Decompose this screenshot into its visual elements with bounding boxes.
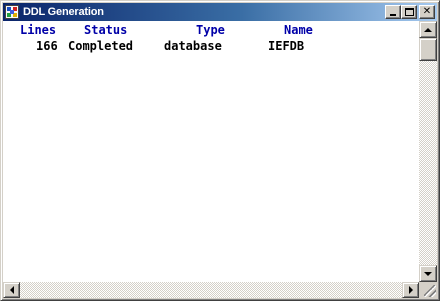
ddl-generation-window: DDL Generation ✕ Lines Status Type Name … — [0, 0, 440, 301]
close-icon: ✕ — [422, 6, 432, 17]
minimize-button[interactable] — [385, 5, 401, 19]
cell-name: IEFDB — [268, 39, 305, 53]
resize-corner[interactable] — [419, 282, 437, 298]
app-grid-icon[interactable] — [5, 5, 19, 19]
close-button[interactable]: ✕ — [419, 5, 435, 19]
arrow-right-icon — [408, 286, 413, 294]
table-row: 166 Completed database IEFDB — [3, 39, 304, 53]
column-header-row: Lines Status Type Name — [3, 23, 313, 37]
output-pane: Lines Status Type Name 166 Completed dat… — [3, 21, 419, 282]
scroll-up-button[interactable] — [419, 21, 437, 38]
title-buttons: ✕ — [385, 5, 435, 19]
client-area: Lines Status Type Name 166 Completed dat… — [3, 21, 437, 298]
maximize-icon — [404, 8, 414, 16]
scroll-left-button[interactable] — [3, 282, 20, 298]
scroll-right-button[interactable] — [402, 282, 419, 298]
resize-grip-icon — [424, 285, 436, 297]
vertical-scrollbar[interactable] — [419, 21, 437, 282]
column-header-lines: Lines — [20, 23, 57, 37]
cell-type: database — [164, 39, 222, 53]
cell-lines: 166 — [36, 39, 58, 53]
cell-status: Completed — [68, 39, 134, 53]
window-title: DDL Generation — [23, 6, 104, 18]
scroll-down-button[interactable] — [419, 265, 437, 282]
column-header-status: Status — [84, 23, 128, 37]
column-header-name: Name — [284, 23, 313, 37]
column-header-type: Type — [196, 23, 225, 37]
arrow-up-icon — [424, 27, 432, 32]
arrow-down-icon — [424, 271, 432, 276]
maximize-button[interactable] — [401, 5, 417, 19]
vertical-scroll-thumb[interactable] — [419, 38, 437, 61]
minimize-icon — [390, 14, 396, 16]
arrow-left-icon — [9, 286, 14, 294]
title-bar[interactable]: DDL Generation ✕ — [3, 3, 437, 21]
horizontal-scrollbar[interactable] — [3, 282, 419, 298]
